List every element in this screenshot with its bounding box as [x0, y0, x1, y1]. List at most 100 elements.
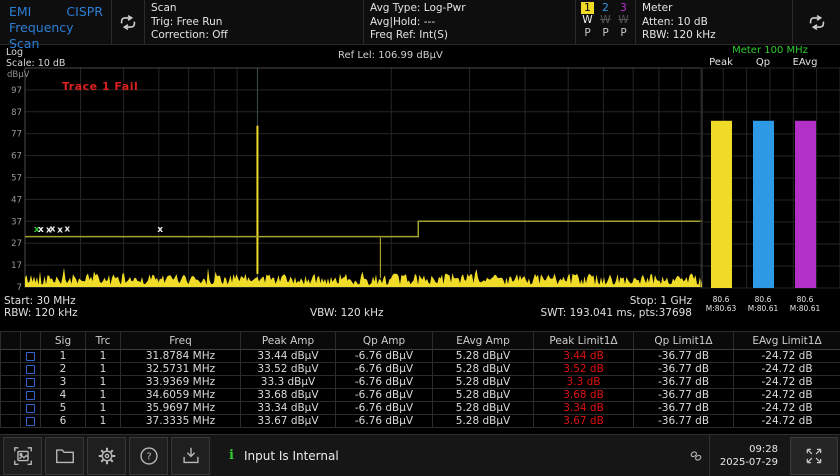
cell-eavg-amp: 5.28 dBµV [432, 349, 534, 363]
bottom-toolbar: ? i Input Is Internal 09:28 2025-07-29 [0, 434, 840, 476]
cell-eavg-amp: 5.28 dBµV [432, 362, 534, 376]
ref-level-label: Ref Lel: 106.99 dBµV [338, 50, 443, 61]
info-icon: i [229, 448, 234, 463]
cell-trc: 1 [85, 388, 121, 402]
cell-qp-limit-delta: -36.77 dB [633, 414, 734, 428]
y-axis-unit-label: dBµV [7, 70, 30, 80]
row-checkbox[interactable] [26, 377, 35, 387]
cell-peak-amp: 33.3 dBµV [240, 375, 336, 389]
screenshot-button[interactable] [3, 436, 42, 475]
cell-peak-limit-delta: 3.44 dB [533, 349, 634, 363]
trace-1-number: 1 [581, 2, 594, 14]
col-header-freq: Freq [120, 331, 241, 350]
cell-qp-limit-delta: -36.77 dB [633, 349, 734, 363]
col-header-eavg-amp: EAvg Amp [432, 331, 534, 350]
meter-continuous-button[interactable] [793, 0, 840, 44]
cell-qp-amp: -6.76 dBµV [335, 388, 433, 402]
table-row[interactable]: 5 1 35.9697 MHz 33.34 dBµV -6.76 dBµV 5.28 dB… [0, 401, 840, 415]
row-gutter [0, 401, 21, 415]
save-icon [180, 445, 202, 467]
scan-settings-block[interactable]: Scan Trig: Free Run Correction: Off [145, 0, 364, 44]
trace-3-mode: P [620, 27, 627, 39]
cell-peak-limit-delta: 3.52 dB [533, 362, 634, 376]
cell-trc: 1 [85, 362, 121, 376]
cell-sig: 5 [40, 401, 86, 415]
table-row[interactable]: 1 1 31.8784 MHz 33.44 dBµV -6.76 dBµV 5.28 dB… [0, 349, 840, 363]
table-row[interactable]: 2 1 32.5731 MHz 33.52 dBµV -6.76 dBµV 5.28 dB… [0, 362, 840, 376]
trace-2-detector: W [600, 14, 611, 26]
svg-text:57: 57 [11, 174, 22, 184]
meter-bar-peak [711, 120, 732, 288]
cell-peak-amp: 33.68 dBµV [240, 388, 336, 402]
meter-loop-icon [806, 14, 828, 31]
cell-peak-amp: 33.52 dBµV [240, 362, 336, 376]
cell-trc: 1 [85, 375, 121, 389]
row-gutter [0, 388, 21, 402]
cell-freq: 34.6059 MHz [120, 388, 241, 402]
peak-bar-value: 80.6 M:80.63 [705, 295, 737, 313]
trace-fail-badge: Trace 1 Fail [62, 80, 139, 93]
cell-qp-amp: -6.76 dBµV [335, 375, 433, 389]
svg-text:17: 17 [11, 261, 22, 271]
fullscreen-button[interactable] [790, 436, 838, 475]
status-message: i Input Is Internal [229, 448, 339, 463]
cell-eavg-amp: 5.28 dBµV [432, 401, 534, 415]
cell-qp-limit-delta: -36.77 dB [633, 401, 734, 415]
help-icon: ? [138, 445, 160, 467]
mode-label: EMI [9, 4, 32, 19]
cell-sig: 2 [40, 362, 86, 376]
col-header-peak-amp: Peak Amp [240, 331, 336, 350]
table-row[interactable]: 6 1 37.3335 MHz 33.67 dBµV -6.76 dBµV 5.28 dB… [0, 414, 840, 428]
row-checkbox[interactable] [26, 403, 35, 413]
cell-qp-limit-delta: -36.77 dB [633, 375, 734, 389]
settings-button[interactable] [87, 436, 126, 475]
cell-trc: 1 [85, 401, 121, 415]
stop-freq-label: Stop: 1 GHz [629, 295, 692, 307]
cell-peak-amp: 33.34 dBµV [240, 401, 336, 415]
table-row[interactable]: 3 1 33.9369 MHz 33.3 dBµV -6.76 dBµV 5.28 dBµ… [0, 375, 840, 389]
qp-bar-label: Qp [755, 57, 771, 68]
y-axis-ticks: 97 87 77 67 57 47 37 27 17 7 [11, 86, 22, 293]
row-checkbox[interactable] [26, 351, 35, 361]
svg-text:97: 97 [11, 86, 22, 96]
trace-1-indicator[interactable]: 1 W P [580, 2, 595, 44]
cell-sig: 3 [40, 375, 86, 389]
meter-bar-qp [753, 120, 774, 288]
row-checkbox[interactable] [26, 390, 35, 400]
cell-freq: 32.5731 MHz [120, 362, 241, 376]
trigger-setting: Trig: Free Run [151, 15, 223, 28]
svg-text:47: 47 [11, 195, 22, 205]
clock-display[interactable]: 09:28 2025-07-29 [708, 435, 788, 476]
svg-text:?: ? [146, 451, 151, 462]
trace-2-indicator[interactable]: 2 W P [598, 2, 613, 44]
trace-3-indicator[interactable]: 3 W P [616, 2, 631, 44]
cell-qp-amp: -6.76 dBµV [335, 349, 433, 363]
meter-settings-block[interactable]: Meter Atten: 10 dB RBW: 120 kHz [636, 0, 793, 44]
cell-eavg-amp: 5.28 dBµV [432, 375, 534, 389]
screenshot-icon [12, 445, 34, 467]
folder-button[interactable] [45, 436, 84, 475]
settings-icon [96, 445, 118, 467]
table-row[interactable]: 4 1 34.6059 MHz 33.68 dBµV -6.76 dBµV 5.28 dB… [0, 388, 840, 402]
time-label: 09:28 [749, 443, 778, 455]
scan-title: Scan [151, 2, 177, 14]
meter-title: Meter [642, 2, 673, 14]
col-header-trc: Trc [85, 331, 121, 350]
signal-x-marker: x [157, 225, 163, 235]
cell-peak-limit-delta: 3.67 dB [533, 414, 634, 428]
freq-ref-setting: Freq Ref: Int(S) [370, 29, 449, 41]
help-button[interactable]: ? [129, 436, 168, 475]
row-gutter [0, 414, 21, 428]
vbw-label: VBW: 120 kHz [310, 307, 384, 319]
mode-title-block[interactable]: EMI CISPR Frequency Scan [0, 0, 112, 51]
continuous-sweep-button[interactable] [112, 0, 145, 44]
trace-2-mode: P [602, 27, 609, 39]
row-checkbox[interactable] [26, 416, 35, 426]
row-checkbox[interactable] [26, 364, 35, 374]
emi-analyzer-screen: EMI CISPR Frequency Scan Scan Trig: Free… [0, 0, 840, 476]
average-settings-block[interactable]: Avg Type: Log-Pwr Avg|Hold: --- Freq Ref… [364, 0, 576, 44]
signal-table: Sig Trc Freq Peak Amp Qp Amp EAvg Amp Peak Lim… [0, 331, 840, 428]
save-button[interactable] [171, 436, 210, 475]
cell-sig: 4 [40, 388, 86, 402]
trace-1-noise-floor [25, 267, 702, 287]
